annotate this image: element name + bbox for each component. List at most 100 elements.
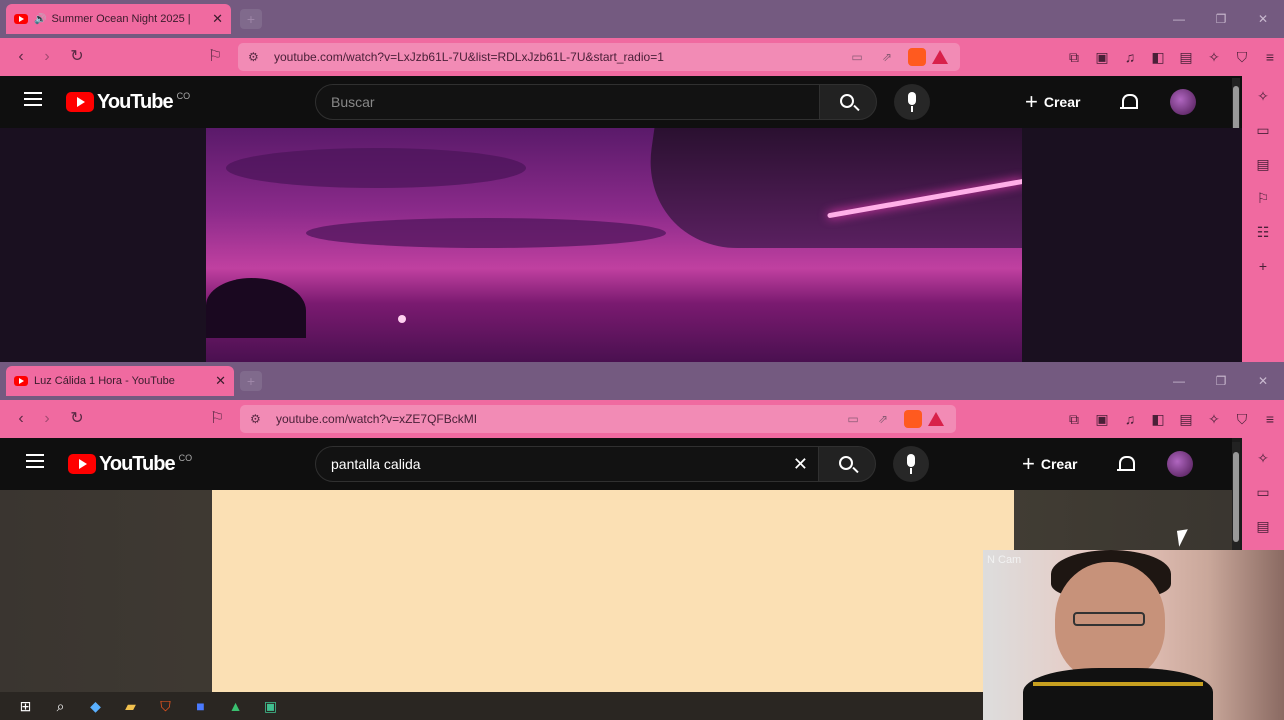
media-icon[interactable]: ♫ — [1116, 410, 1144, 428]
wallet-sidebar-icon[interactable]: ▤ — [1256, 516, 1269, 550]
copilot-icon[interactable]: ◆ — [78, 698, 113, 715]
url-text[interactable]: youtube.com/watch?v=LxJzb61L-7U&list=RDL… — [274, 50, 842, 64]
voice-search-icon[interactable] — [894, 84, 930, 120]
youtube-wordmark: YouTube — [97, 90, 174, 113]
tab-luz-calida[interactable]: Luz Cálida 1 Hora - YouTube ✕ — [6, 366, 234, 396]
speaker-icon[interactable]: 🔊 — [34, 14, 46, 25]
cast-icon[interactable]: ▭ — [838, 412, 868, 426]
search-button[interactable] — [818, 446, 876, 482]
reading-list-icon[interactable]: ▭ — [1256, 120, 1269, 154]
webcam-label: N Cam — [987, 554, 1022, 566]
scrollbar-thumb[interactable] — [1233, 452, 1239, 542]
wallet-sidebar-icon[interactable]: ▤ — [1256, 154, 1269, 188]
leo-ai-icon[interactable]: ✧ — [1200, 410, 1228, 428]
menu-icon[interactable]: ≡ — [1256, 48, 1284, 66]
tab-close-icon[interactable]: ✕ — [212, 11, 223, 27]
create-button[interactable]: + Crear — [1025, 89, 1081, 114]
extensions-icon[interactable]: ⧉ — [1060, 410, 1088, 428]
create-label: Crear — [1040, 456, 1078, 472]
search-taskbar-icon[interactable]: ⌕ — [43, 698, 78, 715]
maximize-button[interactable]: ❐ — [1200, 0, 1242, 38]
search-input[interactable]: pantalla calida ✕ — [315, 446, 819, 482]
forward-button[interactable]: › — [36, 46, 58, 68]
address-bar[interactable]: ⚙ youtube.com/watch?v=xZE7QFBckMI ▭ ⇗ — [240, 405, 956, 433]
clear-search-icon[interactable]: ✕ — [793, 454, 808, 475]
minimize-button[interactable]: — — [1158, 0, 1200, 38]
url-text[interactable]: youtube.com/watch?v=xZE7QFBckMI — [276, 412, 838, 426]
create-button[interactable]: + Crear — [1022, 451, 1078, 476]
menu-icon[interactable]: ≡ — [1256, 410, 1284, 428]
add-sidebar-item-icon[interactable]: + — [1259, 256, 1267, 290]
search-button[interactable] — [819, 84, 877, 120]
media-icon[interactable]: ♫ — [1116, 48, 1144, 66]
file-explorer-icon[interactable]: ▰ — [113, 698, 148, 715]
tab-search-icon[interactable]: ▣ — [1088, 48, 1116, 66]
toolbar-icons: ⧉ ▣ ♫ ◧ ▤ ✧ ⛉ ≡ — [1060, 48, 1284, 66]
close-window-button[interactable]: ✕ — [1242, 0, 1284, 38]
app-icon[interactable]: ▣ — [253, 698, 288, 715]
voice-search-icon[interactable] — [893, 446, 929, 482]
reload-button[interactable]: ↻ — [66, 46, 88, 68]
forward-button[interactable]: › — [36, 408, 58, 430]
youtube-header: YouTube CO pantalla calida ✕ + Crear — [0, 438, 1232, 490]
avatar[interactable] — [1167, 451, 1193, 477]
youtube-play-icon — [66, 92, 94, 112]
new-tab-button[interactable]: + — [240, 371, 262, 391]
brave-shields-icon[interactable] — [904, 410, 922, 428]
notifications-bell-icon[interactable] — [1119, 92, 1139, 112]
video-player[interactable] — [0, 128, 1242, 362]
leo-sidebar-icon[interactable]: ✧ — [1257, 86, 1269, 120]
share-icon[interactable]: ⇗ — [872, 50, 902, 64]
share-icon[interactable]: ⇗ — [868, 412, 898, 426]
back-button[interactable]: ‹ — [10, 46, 32, 68]
hamburger-menu-icon[interactable] — [26, 454, 44, 468]
hamburger-menu-icon[interactable] — [24, 92, 42, 106]
avatar[interactable] — [1170, 89, 1196, 115]
windows-start-icon[interactable]: ⊞ — [8, 698, 43, 715]
minimize-button[interactable]: — — [1158, 362, 1200, 400]
video-thumbnail-ocean-night — [206, 128, 1022, 362]
maximize-button[interactable]: ❐ — [1200, 362, 1242, 400]
reload-button[interactable]: ↻ — [66, 408, 88, 430]
sidebar-toggle-icon[interactable]: ◧ — [1144, 48, 1172, 66]
notifications-bell-icon[interactable] — [1116, 454, 1136, 474]
youtube-logo[interactable]: YouTube CO — [68, 453, 192, 475]
site-settings-icon[interactable]: ⚙ — [250, 412, 270, 426]
youtube-logo[interactable]: YouTube CO — [66, 91, 190, 113]
cast-icon[interactable]: ▭ — [842, 50, 872, 64]
brave-shields-icon[interactable] — [908, 48, 926, 66]
wallet-icon[interactable]: ▤ — [1172, 410, 1200, 428]
create-label: Crear — [1043, 94, 1081, 110]
back-button[interactable]: ‹ — [10, 408, 32, 430]
bookmark-icon[interactable]: ⚐ — [204, 46, 226, 68]
site-settings-icon[interactable]: ⚙ — [248, 50, 268, 64]
reading-list-icon[interactable]: ▭ — [1256, 482, 1269, 516]
brave-rewards-icon[interactable] — [928, 412, 944, 426]
leo-ai-icon[interactable]: ✧ — [1200, 48, 1228, 66]
brave-rewards-icon[interactable] — [932, 50, 948, 64]
bookmark-icon[interactable]: ⚐ — [206, 408, 228, 430]
vpn-icon[interactable]: ⛉ — [1228, 48, 1256, 66]
youtube-play-icon — [68, 454, 96, 474]
tab-summer-ocean-night[interactable]: 🔊 Summer Ocean Night 2025 | ✕ — [6, 4, 231, 34]
leo-sidebar-icon[interactable]: ✧ — [1257, 448, 1269, 482]
address-bar[interactable]: ⚙ youtube.com/watch?v=LxJzb61L-7U&list=R… — [238, 43, 960, 71]
tab-close-icon[interactable]: ✕ — [215, 373, 226, 389]
search-input[interactable]: Buscar — [315, 84, 820, 120]
new-tab-button[interactable]: + — [240, 9, 262, 29]
extensions-icon[interactable]: ⧉ — [1060, 48, 1088, 66]
app-icon[interactable]: ■ — [183, 698, 218, 714]
brave-browser-icon[interactable]: ⛉ — [148, 698, 183, 715]
sidebar-toggle-icon[interactable]: ◧ — [1144, 410, 1172, 428]
history-sidebar-icon[interactable]: ☷ — [1257, 222, 1270, 256]
app-icon[interactable]: ▲ — [218, 698, 253, 714]
moon-reflection — [398, 315, 406, 323]
close-window-button[interactable]: ✕ — [1242, 362, 1284, 400]
country-code: CO — [176, 91, 191, 101]
tab-search-icon[interactable]: ▣ — [1088, 410, 1116, 428]
person-jacket — [1023, 668, 1213, 720]
bookmarks-sidebar-icon[interactable]: ⚐ — [1257, 188, 1270, 222]
wallet-icon[interactable]: ▤ — [1172, 48, 1200, 66]
vpn-icon[interactable]: ⛉ — [1228, 410, 1256, 428]
browser-window-top: 🔊 Summer Ocean Night 2025 | ✕ + — ❐ ✕ ‹ … — [0, 0, 1284, 362]
